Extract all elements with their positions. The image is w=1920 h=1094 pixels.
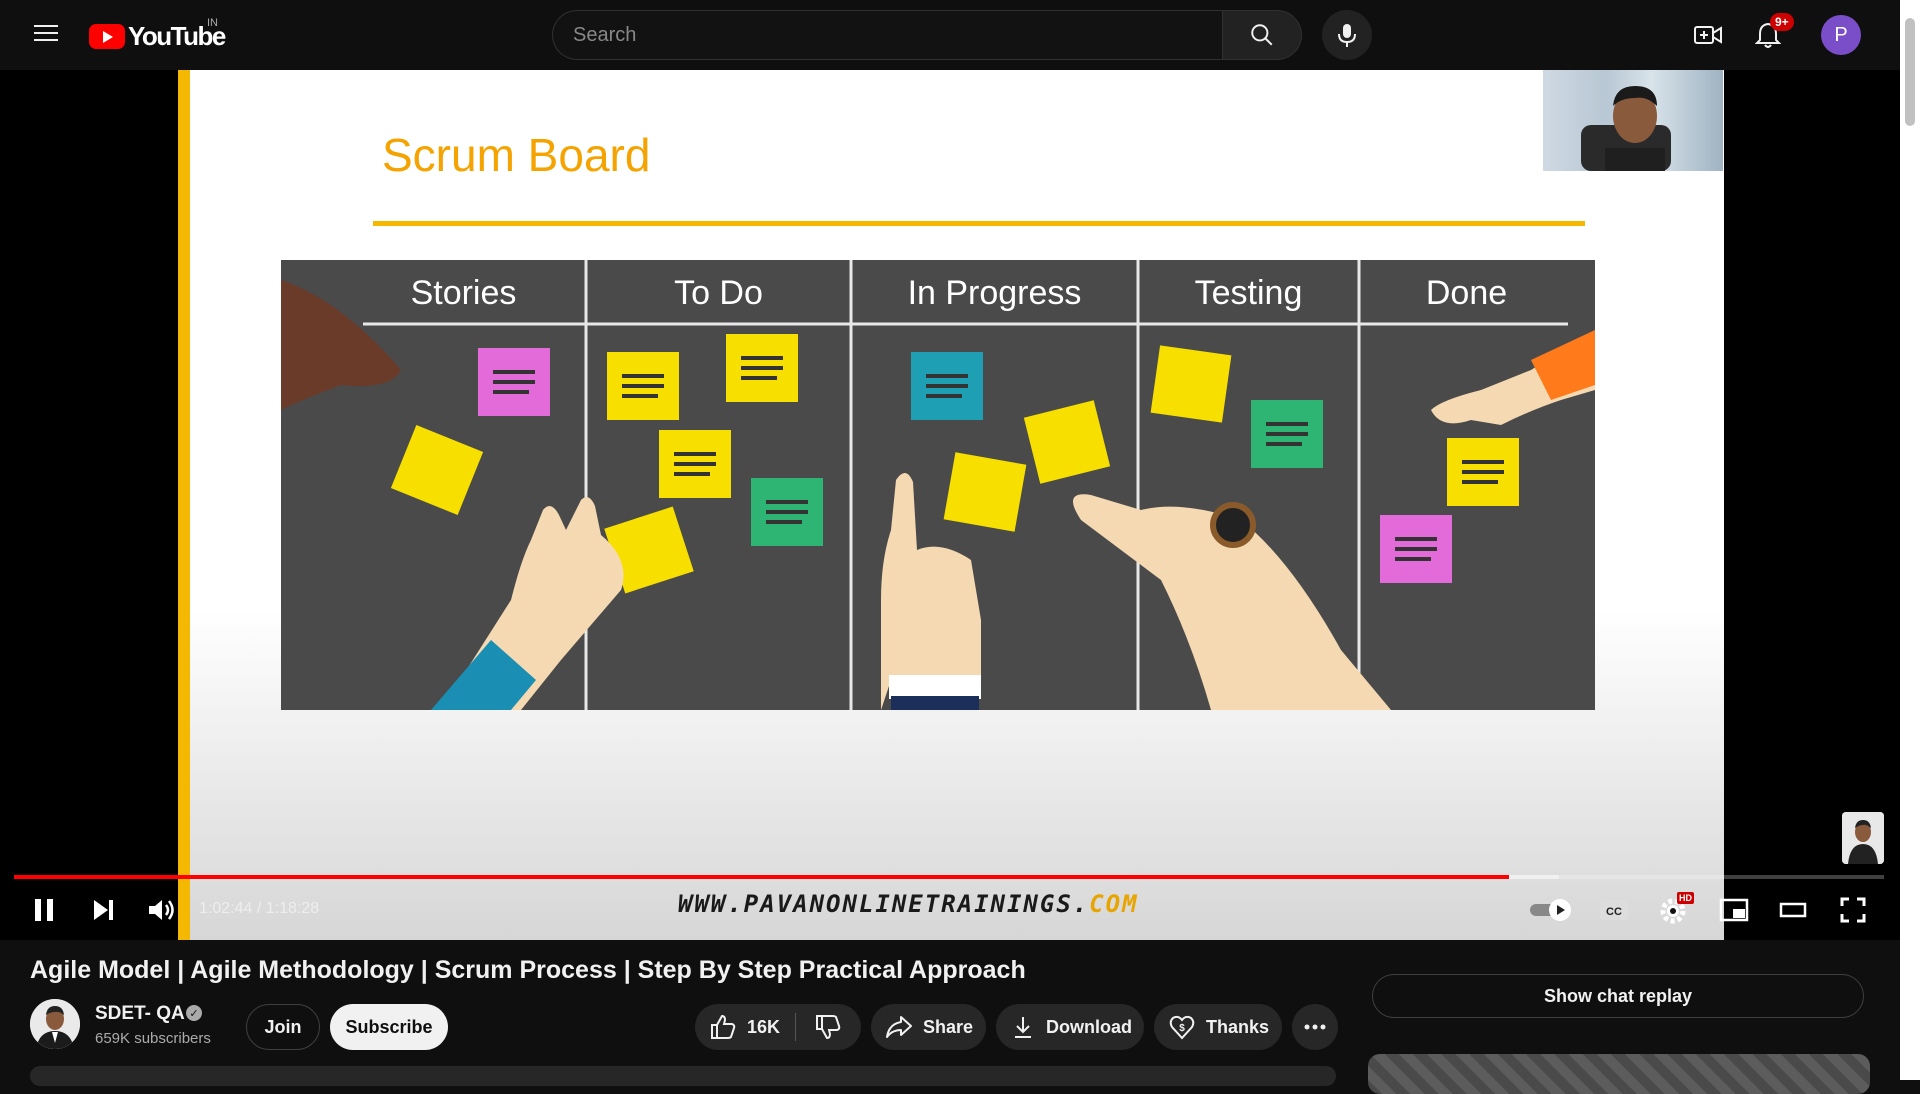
share-icon	[886, 1016, 912, 1038]
masthead: YouTube IN 9+ P	[0, 0, 1900, 70]
channel-name[interactable]: SDET- QA	[95, 1003, 185, 1025]
description-box[interactable]	[30, 1066, 1336, 1086]
slide-title: Scrum Board	[382, 129, 651, 181]
captions-button[interactable]: CC	[1596, 892, 1632, 928]
video-frame: Scrum Board Stories To Do In Progress Te…	[178, 70, 1724, 940]
share-button[interactable]: Share	[871, 1004, 986, 1050]
download-icon	[1015, 1017, 1031, 1038]
youtube-play-icon	[89, 23, 125, 49]
theater-mode-button[interactable]	[1775, 892, 1811, 928]
miniplayer-icon	[1719, 898, 1749, 922]
fullscreen-icon	[1840, 897, 1866, 923]
fullscreen-button[interactable]	[1835, 892, 1871, 928]
like-count: 16K	[747, 1016, 781, 1037]
scrollbar-thumb[interactable]	[1905, 18, 1915, 126]
subscribe-label: Subscribe	[345, 1016, 433, 1037]
account-avatar[interactable]: P	[1821, 15, 1861, 55]
autoplay-icon	[1530, 899, 1571, 921]
dislike-button[interactable]	[796, 1004, 860, 1050]
volume-button[interactable]	[143, 892, 179, 928]
volume-icon	[149, 900, 174, 920]
thumbs-down-icon	[816, 1015, 841, 1040]
voice-search-button[interactable]	[1322, 10, 1372, 60]
pause-button[interactable]	[26, 892, 62, 928]
join-label: Join	[264, 1016, 302, 1037]
hd-badge: HD	[1677, 892, 1694, 904]
video-title: Agile Model | Agile Methodology | Scrum …	[30, 956, 1026, 984]
presenter-silhouette	[1581, 86, 1671, 171]
autoplay-toggle[interactable]	[1528, 892, 1574, 928]
super-thanks-icon: $	[1169, 1015, 1195, 1040]
channel-watermark[interactable]	[1842, 812, 1884, 864]
presenter-webcam-overlay	[1543, 70, 1723, 171]
join-button[interactable]: Join	[246, 1004, 320, 1050]
microphone-icon	[1338, 24, 1356, 47]
board-column-in-progress: In Progress	[907, 273, 1082, 312]
search-bar	[552, 10, 1302, 60]
captions-icon: CC	[1600, 900, 1628, 920]
related-video-thumbnail[interactable]	[1368, 1054, 1870, 1094]
thanks-button[interactable]: $ Thanks	[1154, 1004, 1282, 1050]
time-display: 1:02:44 / 1:18:28	[199, 900, 320, 917]
channel-watermark-avatar	[1842, 812, 1884, 864]
create-video-button[interactable]	[1688, 15, 1728, 55]
scrum-board-art	[281, 260, 1595, 710]
subscribe-button[interactable]: Subscribe	[330, 1004, 448, 1050]
svg-text:CC: CC	[1606, 906, 1622, 918]
video-player[interactable]: Scrum Board Stories To Do In Progress Te…	[0, 70, 1900, 940]
pause-icon	[35, 899, 53, 921]
next-button[interactable]	[85, 892, 121, 928]
share-label: Share	[923, 1016, 974, 1037]
played-bar	[14, 875, 1510, 879]
download-label: Download	[1046, 1016, 1132, 1037]
verified-check-icon: ✓	[186, 1005, 202, 1021]
thanks-label: Thanks	[1206, 1016, 1270, 1037]
progress-bar[interactable]	[14, 875, 1884, 879]
board-column-todo: To Do	[674, 273, 763, 312]
more-horizontal-icon	[1304, 1024, 1326, 1030]
like-dislike-group: 16K	[695, 1004, 861, 1050]
chat-replay-label: Show chat replay	[1543, 985, 1693, 1006]
svg-text:$: $	[1179, 1023, 1185, 1034]
region-code: IN	[207, 17, 218, 29]
board-column-testing: Testing	[1194, 273, 1303, 312]
like-button[interactable]: 16K	[695, 1004, 795, 1050]
menu-icon[interactable]	[26, 20, 66, 50]
notification-count-badge: 9+	[1770, 13, 1794, 31]
download-button[interactable]: Download	[996, 1004, 1144, 1050]
slide-divider	[373, 221, 1585, 226]
search-button[interactable]	[1222, 10, 1302, 60]
thumbs-up-icon	[711, 1014, 736, 1039]
theater-mode-icon	[1779, 902, 1807, 918]
youtube-logo[interactable]: YouTube IN	[89, 17, 226, 51]
miniplayer-button[interactable]	[1716, 892, 1752, 928]
slide-accent-bar	[178, 70, 190, 940]
subscriber-count: 659K subscribers	[95, 1030, 211, 1047]
board-column-stories: Stories	[410, 273, 517, 312]
show-chat-replay-button[interactable]: Show chat replay	[1372, 974, 1864, 1018]
settings-button[interactable]: HD	[1656, 892, 1694, 928]
page-scrollbar[interactable]	[1900, 0, 1920, 1080]
more-actions-button[interactable]	[1292, 1004, 1338, 1050]
skip-next-icon	[94, 900, 113, 920]
notifications-button[interactable]: 9+	[1748, 13, 1794, 55]
video-camera-plus-icon	[1694, 26, 1722, 44]
channel-avatar-image	[30, 999, 80, 1049]
board-column-done: Done	[1425, 273, 1508, 312]
scrum-board-illustration: Stories To Do In Progress Testing Done	[281, 260, 1595, 710]
search-icon	[1251, 24, 1273, 46]
player-controls: 1:02:44 / 1:18:28 CC HD	[0, 880, 1900, 940]
channel-avatar[interactable]	[30, 999, 80, 1049]
search-input[interactable]	[552, 10, 1222, 60]
